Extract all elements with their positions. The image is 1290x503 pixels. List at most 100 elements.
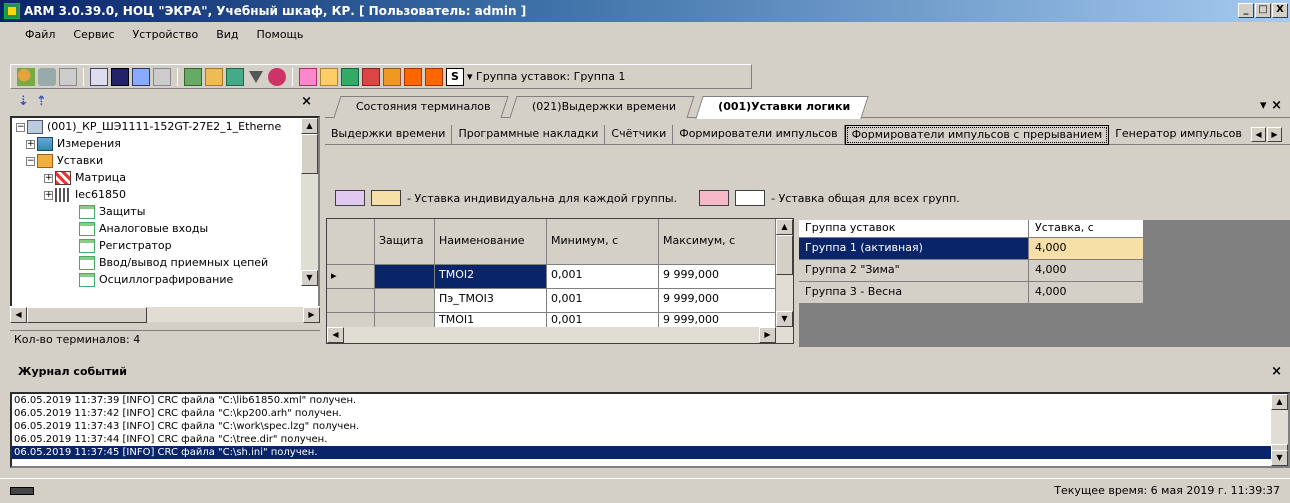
group-row-label[interactable]: Группа 1 (активная) [799, 238, 1029, 260]
import-icon[interactable] [205, 67, 223, 86]
subtab-pulse-generator[interactable]: Генератор импульсов [1109, 125, 1248, 145]
tree-node-analog-inputs[interactable]: Аналоговые входы [79, 220, 208, 238]
tree-node-oscillography[interactable]: Осциллографирование [79, 271, 233, 289]
tab-logic-settings[interactable]: (001)Уставки логики [695, 96, 869, 119]
column-header-protection[interactable]: Защита [375, 219, 435, 265]
terminals-tree[interactable]: − (001)_КР_ШЭ1111-152GT-27E2_1_Etherne +… [10, 116, 320, 308]
menu-service[interactable]: Сервис [66, 26, 121, 43]
close-events-icon[interactable]: × [1271, 360, 1282, 384]
collapse-icon[interactable]: − [16, 122, 25, 132]
scroll-up-icon[interactable]: ▲ [301, 118, 318, 134]
close-button[interactable]: X [1272, 3, 1288, 18]
tab-terminal-states[interactable]: Состояния терминалов [333, 96, 510, 118]
tree-node-settings[interactable]: − Уставки [26, 152, 103, 170]
table-cell-max[interactable]: 9 999,000 [659, 289, 776, 313]
tree-node-measurements[interactable]: + Измерения [26, 135, 121, 153]
tree-vertical-scrollbar[interactable]: ▲ ▼ [301, 118, 318, 286]
table-vertical-scrollbar[interactable]: ▲ ▼ [776, 219, 793, 327]
row-marker[interactable]: ▸ [327, 265, 375, 289]
scroll-down-icon[interactable]: ▼ [1271, 450, 1288, 466]
write-icon[interactable] [320, 67, 338, 86]
tree-node-terminal[interactable]: − (001)_КР_ШЭ1111-152GT-27E2_1_Etherne [16, 118, 281, 136]
scroll-right-icon[interactable]: ▶ [303, 307, 320, 323]
menu-device[interactable]: Устройство [126, 26, 206, 43]
scroll-up-icon[interactable]: ▲ [1271, 394, 1288, 410]
collapse-icon[interactable]: − [26, 156, 35, 166]
arrow-up-icon[interactable]: ⇡ [36, 94, 47, 109]
view-dropdown-icon[interactable] [153, 67, 171, 86]
subtab-time-delays[interactable]: Выдержки времени [325, 125, 453, 145]
table-cell-name[interactable]: TMOI2 [435, 265, 547, 289]
scroll-down-icon[interactable]: ▼ [301, 270, 318, 286]
filter-icon[interactable] [247, 68, 265, 86]
column-header-group[interactable]: Группа уставок [799, 220, 1029, 238]
sync-icon[interactable] [383, 67, 401, 86]
log-entry-selected[interactable]: 06.05.2019 11:37:45 [INFO] CRC файла "C:… [12, 446, 1274, 459]
settings-icon[interactable] [404, 67, 422, 86]
grid-icon[interactable] [111, 67, 129, 86]
group-row-value[interactable]: 4,000 [1029, 260, 1144, 282]
scroll-down-icon[interactable]: ▼ [776, 311, 793, 327]
column-header-name[interactable]: Наименование [435, 219, 547, 265]
tree-node-protections[interactable]: Защиты [79, 203, 145, 221]
scroll-thumb[interactable] [27, 307, 147, 323]
subtab-interrupt-pulse-shapers[interactable]: Формирователи импульсов с прерыванием [844, 125, 1110, 145]
group-row-label[interactable]: Группа 2 "Зима" [799, 260, 1029, 282]
table-horizontal-scrollbar[interactable]: ◀ ▶ [327, 327, 793, 343]
menu-file[interactable]: Файл [18, 26, 62, 43]
table-cell-min[interactable]: 0,001 [547, 265, 659, 289]
log-entry[interactable]: 06.05.2019 11:37:39 [INFO] CRC файла "C:… [12, 394, 1274, 407]
maximize-button[interactable]: □ [1255, 3, 1271, 18]
row-marker[interactable] [327, 289, 375, 313]
list-icon[interactable] [90, 67, 108, 86]
config-icon[interactable] [268, 67, 286, 86]
expand-icon[interactable]: + [44, 173, 53, 183]
group-row-value[interactable]: 4,000 [1029, 238, 1144, 260]
table-cell-name[interactable]: Пэ_TMOI3 [435, 289, 547, 313]
tabs-menu-close-icon[interactable]: ▾ × [1260, 98, 1282, 113]
subtab-software-overlays[interactable]: Программные накладки [452, 125, 606, 145]
log-entry[interactable]: 06.05.2019 11:37:43 [INFO] CRC файла "C:… [12, 420, 1274, 433]
scroll-left-icon[interactable]: ◀ [327, 327, 344, 343]
table-cell-protection[interactable] [375, 289, 435, 313]
log-vertical-scrollbar[interactable]: ▲ ▼ [1271, 394, 1288, 466]
scroll-thumb[interactable] [301, 134, 318, 174]
tree-node-io-circuits[interactable]: Ввод/вывод приемных цепей [79, 254, 268, 272]
connect-icon[interactable] [17, 67, 35, 86]
table-cell-max[interactable]: 9 999,000 [659, 265, 776, 289]
table-icon[interactable] [59, 67, 77, 86]
tree-node-matrix[interactable]: + Матрица [44, 169, 126, 187]
events-log[interactable]: 06.05.2019 11:37:39 [INFO] CRC файла "C:… [10, 392, 1290, 468]
export-icon[interactable] [184, 67, 202, 86]
record-icon[interactable] [362, 67, 380, 86]
tree-node-iec61850[interactable]: + Iec61850 [44, 186, 126, 204]
flag-icon[interactable] [425, 67, 443, 86]
minimize-button[interactable]: _ [1238, 3, 1254, 18]
save-icon[interactable] [341, 67, 359, 86]
scroll-left-icon[interactable]: ◀ [10, 307, 27, 323]
scroll-up-icon[interactable]: ▲ [776, 219, 793, 235]
log-entry[interactable]: 06.05.2019 11:37:42 [INFO] CRC файла "C:… [12, 407, 1274, 420]
tabs-scroll-right-icon[interactable]: ▶ [1267, 127, 1282, 142]
tab-time-delays[interactable]: (021)Выдержки времени [509, 96, 695, 118]
menu-view[interactable]: Вид [209, 26, 245, 43]
column-header-min[interactable]: Минимум, с [547, 219, 659, 265]
read-icon[interactable] [299, 67, 317, 86]
tree-icon[interactable] [226, 67, 244, 86]
group-row-label[interactable]: Группа 3 - Весна [799, 282, 1029, 304]
disconnect-icon[interactable] [38, 67, 56, 86]
log-entry[interactable]: 06.05.2019 11:37:44 [INFO] CRC файла "C:… [12, 433, 1274, 446]
close-panel-icon[interactable]: × [301, 94, 312, 109]
column-header-value[interactable]: Уставка, с [1029, 220, 1144, 238]
setting-group-dropdown[interactable]: ▾ Группа уставок: Группа 1 [467, 70, 625, 83]
subtab-pulse-shapers[interactable]: Формирователи импульсов [673, 125, 845, 145]
table-cell-protection[interactable] [375, 265, 435, 289]
column-header-max[interactable]: Максимум, с [659, 219, 776, 265]
tree-node-recorder[interactable]: Регистратор [79, 237, 172, 255]
chart-icon[interactable] [132, 67, 150, 86]
tree-horizontal-scrollbar[interactable]: ◀ ▶ [10, 306, 320, 323]
table-cell-min[interactable]: 0,001 [547, 289, 659, 313]
group-row-value[interactable]: 4,000 [1029, 282, 1144, 304]
menu-help[interactable]: Помощь [250, 26, 311, 43]
scroll-right-icon[interactable]: ▶ [759, 327, 776, 343]
